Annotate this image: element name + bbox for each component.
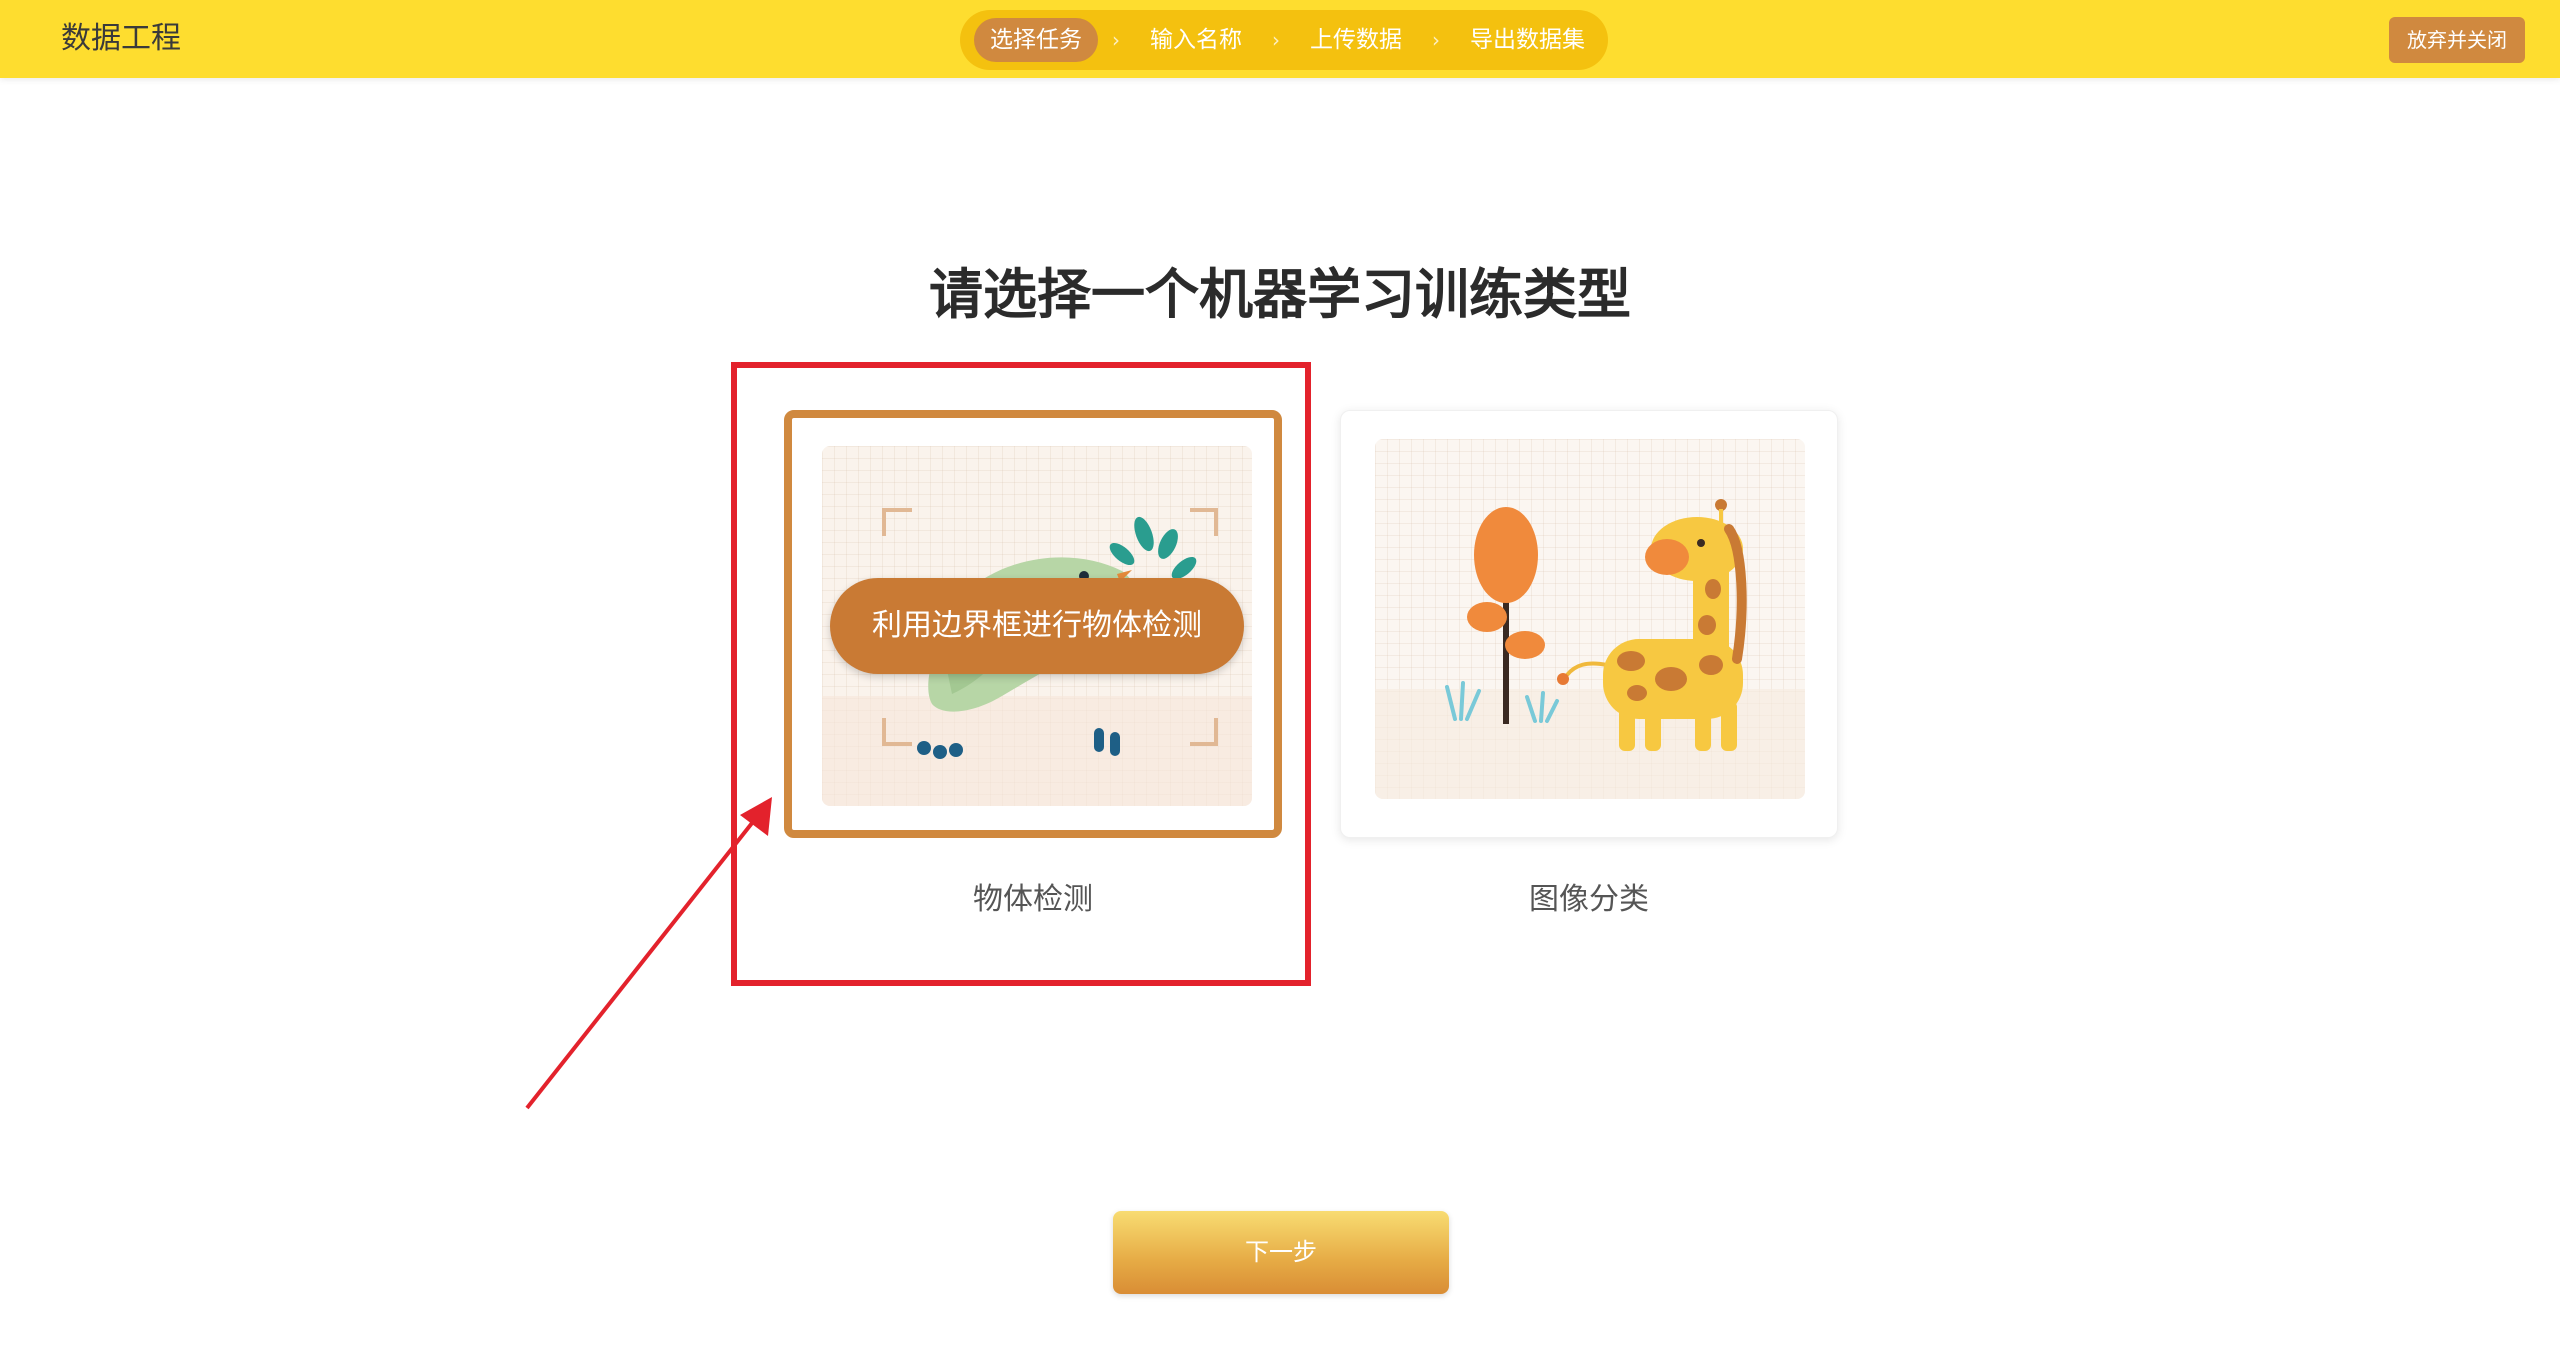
object-detection-label: 物体检测 (973, 882, 1093, 917)
chevron-right-icon: › (1432, 28, 1440, 52)
abandon-and-close-button[interactable]: 放弃并关闭 (2389, 17, 2525, 63)
step-select-task[interactable]: 选择任务 (974, 18, 1098, 62)
chevron-right-icon: › (1272, 28, 1280, 52)
step-export-dataset[interactable]: 导出数据集 (1454, 18, 1601, 62)
object-detection-card[interactable]: 利用边界框进行物体检测 (784, 410, 1282, 838)
image-classification-label: 图像分类 (1529, 882, 1649, 917)
step-input-name[interactable]: 输入名称 (1134, 18, 1258, 62)
next-step-button[interactable]: 下一步 (1113, 1211, 1449, 1294)
step-upload-data[interactable]: 上传数据 (1294, 18, 1418, 62)
page-title: 请选择一个机器学习训练类型 (929, 263, 1631, 326)
app-title: 数据工程 (61, 21, 181, 56)
object-detection-hover-caption: 利用边界框进行物体检测 (830, 578, 1244, 674)
image-classification-card[interactable] (1340, 410, 1838, 838)
giraffe-and-tree-illustration (1375, 439, 1805, 799)
top-bar: 数据工程 选择任务 › 输入名称 › 上传数据 › 导出数据集 放弃并关闭 (0, 0, 2560, 78)
task-stepper: 选择任务 › 输入名称 › 上传数据 › 导出数据集 (960, 10, 1608, 70)
chevron-right-icon: › (1112, 28, 1120, 52)
